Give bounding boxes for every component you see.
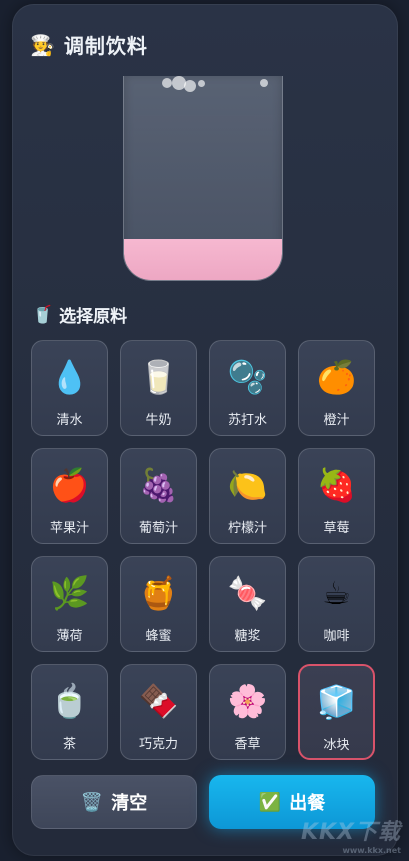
ingredient-apple[interactable]: 🍎 苹果汁 (31, 448, 108, 544)
ingredient-label: 清水 (56, 413, 83, 428)
lemon-icon: 🍋 (227, 466, 268, 504)
bubble (184, 80, 196, 92)
ingredient-label: 葡萄汁 (138, 521, 178, 536)
ingredient-label: 糖浆 (234, 629, 261, 644)
ingredient-label: 咖啡 (323, 629, 350, 644)
grapes-icon: 🍇 (138, 466, 179, 504)
ingredient-tea-cup[interactable]: 🍵 茶 (31, 664, 108, 760)
check-mark-icon: ✅ (258, 791, 282, 813)
chef-icon: 🧑‍🍳 (30, 32, 56, 57)
wastebasket-icon: 🗑️ (80, 791, 104, 813)
ingredient-blossom[interactable]: 🌸 香草 (209, 664, 286, 760)
ingredient-label: 巧克力 (138, 737, 178, 752)
chocolate-bar-icon: 🍫 (138, 682, 179, 720)
ingredient-label: 柠檬汁 (227, 521, 267, 536)
water-drop-icon: 💧 (49, 358, 90, 396)
ingredient-label: 冰块 (323, 738, 350, 753)
orange-icon: 🍊 (316, 358, 357, 396)
ingredient-grid: 💧 清水 🥛 牛奶 🫧 苏打水 🍊 橙汁 🍎 苹果汁 🍇 葡萄汁 🍋 柠檬汁 🍓 草莓 🌿 薄荷 🍯 蜂蜜 🍬 糖浆 ☕ 咖啡… (31, 340, 377, 760)
bubble (162, 78, 172, 88)
ingredient-label: 牛奶 (145, 413, 172, 428)
ingredient-label: 香草 (234, 737, 261, 752)
ingredient-honey-pot[interactable]: 🍯 蜂蜜 (120, 556, 197, 652)
ice-cube-icon: 🧊 (316, 683, 357, 721)
clear-button[interactable]: 🗑️ 清空 (31, 775, 197, 829)
bubbles-icon: 🫧 (227, 358, 268, 396)
ingredient-label: 薄荷 (56, 629, 83, 644)
candy-icon: 🍬 (227, 574, 268, 612)
watermark-url: www.kkx.net (342, 846, 401, 855)
page-title: 🧑‍🍳 调制饮料 (30, 30, 148, 59)
ingredient-label: 蜂蜜 (145, 629, 172, 644)
clear-button-label: 清空 (111, 793, 148, 814)
ingredient-coffee-cup[interactable]: ☕ 咖啡 (298, 556, 375, 652)
ingredient-strawberry[interactable]: 🍓 草莓 (298, 448, 375, 544)
ingredient-water-drop[interactable]: 💧 清水 (31, 340, 108, 436)
herb-leaf-icon: 🌿 (49, 574, 90, 612)
section-title-text: 选择原料 (59, 307, 128, 327)
tea-cup-icon: 🍵 (49, 682, 90, 720)
ingredient-label: 茶 (62, 737, 76, 752)
ingredient-label: 苹果汁 (49, 521, 89, 536)
ingredient-candy[interactable]: 🍬 糖浆 (209, 556, 286, 652)
drink-cup (123, 76, 283, 281)
ingredient-milk-glass[interactable]: 🥛 牛奶 (120, 340, 197, 436)
page-title-text: 调制饮料 (63, 34, 148, 58)
blossom-icon: 🌸 (227, 682, 268, 720)
ingredient-chocolate-bar[interactable]: 🍫 巧克力 (120, 664, 197, 760)
ingredient-label: 苏打水 (227, 413, 267, 428)
ingredient-label: 草莓 (323, 521, 350, 536)
ingredient-herb-leaf[interactable]: 🌿 薄荷 (31, 556, 108, 652)
ingredient-orange[interactable]: 🍊 橙汁 (298, 340, 375, 436)
strawberry-icon: 🍓 (316, 466, 357, 504)
ingredient-grapes[interactable]: 🍇 葡萄汁 (120, 448, 197, 544)
ingredient-lemon[interactable]: 🍋 柠檬汁 (209, 448, 286, 544)
honey-pot-icon: 🍯 (138, 574, 179, 612)
bubble (260, 79, 268, 87)
watermark-logo-text: KKX下载 (300, 820, 401, 845)
ingredient-label: 橙汁 (323, 413, 350, 428)
ingredients-section-title: 🥤 选择原料 (32, 302, 128, 328)
drink-liquid (124, 239, 282, 280)
coffee-cup-icon: ☕ (322, 574, 351, 612)
ingredient-ice-cube[interactable]: 🧊 冰块 (298, 664, 375, 760)
bubble (198, 80, 205, 87)
cup-with-straw-icon: 🥤 (32, 304, 54, 325)
watermark: KKX下载 www.kkx.net (301, 814, 401, 855)
milk-glass-icon: 🥛 (138, 358, 179, 396)
apple-icon: 🍎 (49, 466, 90, 504)
serve-button-label: 出餐 (289, 793, 326, 814)
ingredient-bubbles[interactable]: 🫧 苏打水 (209, 340, 286, 436)
